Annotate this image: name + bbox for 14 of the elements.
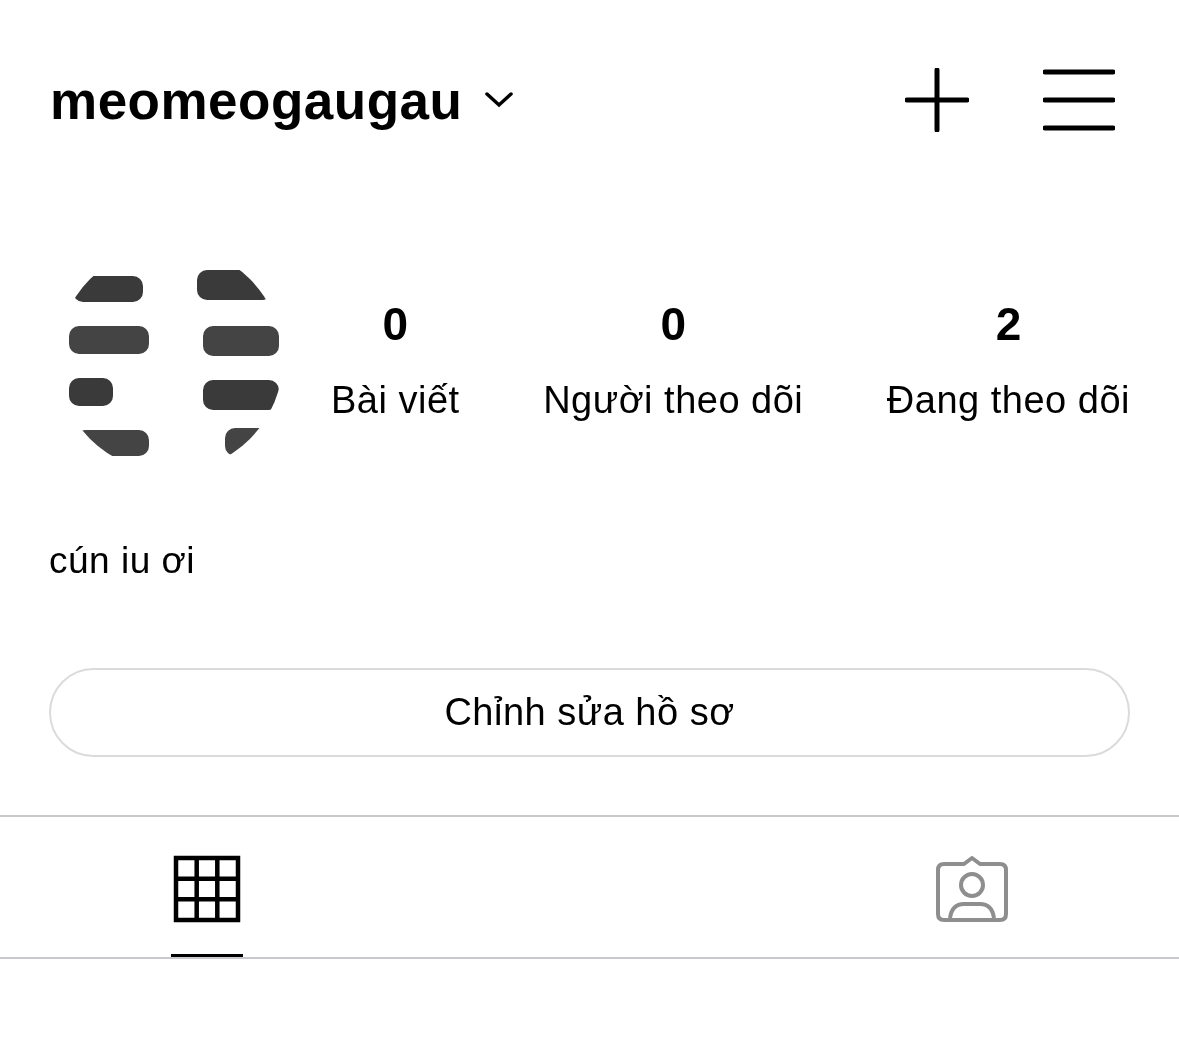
chevron-down-icon[interactable]: [484, 91, 515, 109]
stat-label[interactable]: Người theo dõi: [543, 378, 804, 422]
stat-count[interactable]: 2: [995, 296, 1022, 351]
username[interactable]: meomeogaugau: [50, 69, 463, 131]
stat-count[interactable]: 0: [660, 296, 687, 351]
stat-count[interactable]: 0: [382, 296, 409, 351]
edit-profile-button[interactable]: Chỉnh sửa hồ sơ: [49, 668, 1130, 757]
stat-label[interactable]: Đang theo dõi: [886, 378, 1130, 422]
grid-icon: [172, 854, 241, 923]
bio-text: cún iu ơi: [49, 540, 196, 582]
plus-icon[interactable]: [905, 68, 969, 132]
person-tag-icon: [936, 855, 1009, 922]
menu-icon[interactable]: [1043, 69, 1115, 131]
stat-label[interactable]: Bài viết: [331, 378, 460, 422]
